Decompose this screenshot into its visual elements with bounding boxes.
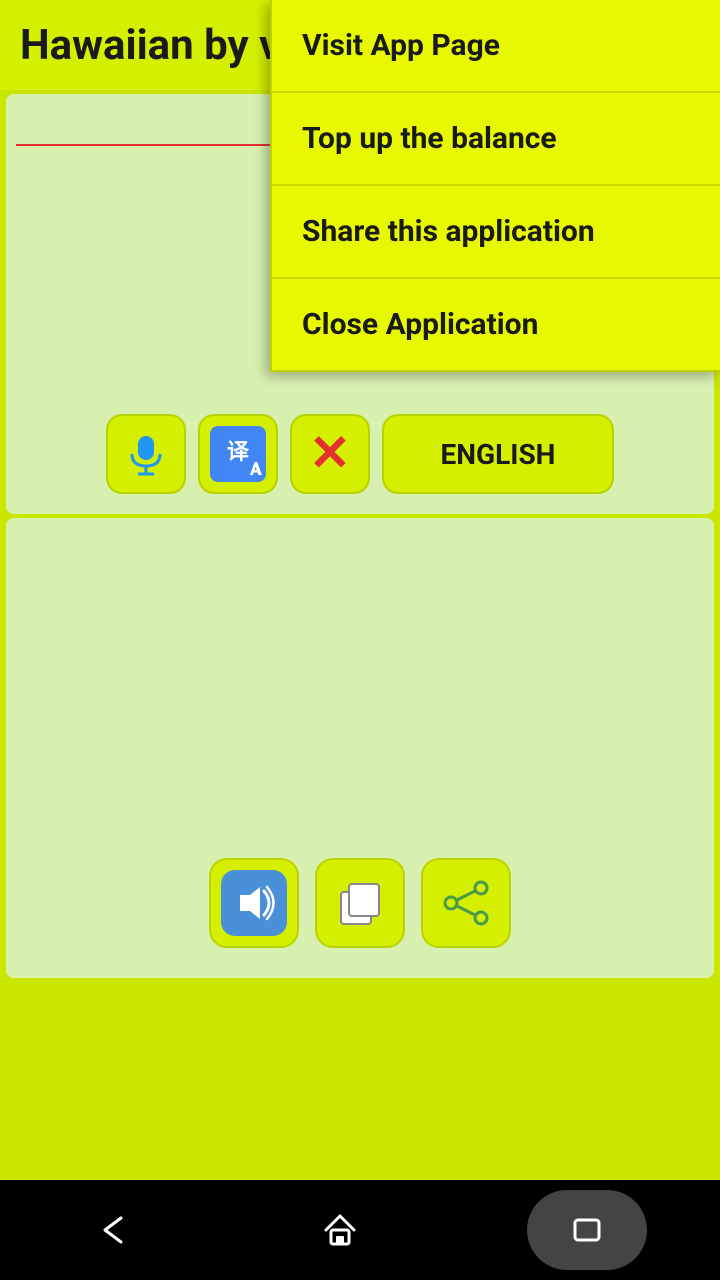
- menu-item-close[interactable]: Close Application: [272, 279, 720, 370]
- menu-item-visit-label: Visit App Page: [302, 28, 500, 63]
- menu-item-visit-app[interactable]: Visit App Page: [272, 0, 720, 93]
- menu-item-share-label: Share this application: [302, 214, 595, 249]
- menu-item-topup-label: Top up the balance: [302, 121, 557, 156]
- context-menu: Visit App Page Top up the balance Share …: [270, 0, 720, 372]
- dropdown-overlay[interactable]: Visit App Page Top up the balance Share …: [0, 0, 720, 1280]
- menu-item-share[interactable]: Share this application: [272, 186, 720, 279]
- menu-item-close-label: Close Application: [302, 307, 538, 342]
- menu-item-top-up[interactable]: Top up the balance: [272, 93, 720, 186]
